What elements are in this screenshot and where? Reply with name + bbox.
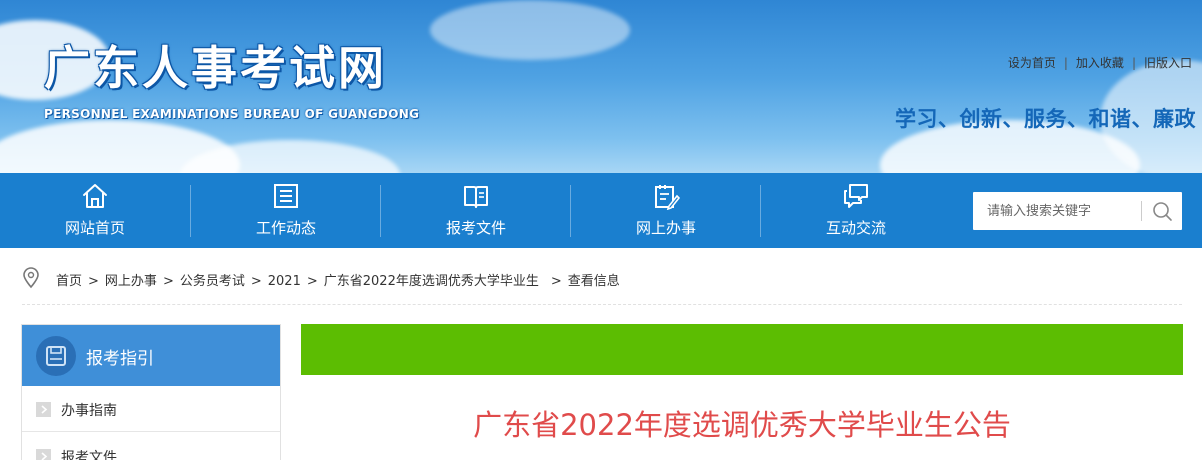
search-divider [1141,201,1142,221]
sidebar: 报考指引 办事指南 报考文件 [21,324,281,460]
breadcrumb-separator: > [250,274,262,289]
nav-label: 网上办事 [635,219,696,237]
nav-label: 工作动态 [255,219,316,237]
home-icon [83,184,107,208]
nav-label: 网站首页 [64,219,125,237]
book-icon [464,186,488,208]
search-button[interactable] [1143,192,1182,230]
cloud-decoration [430,0,630,60]
sidebar-title: 报考指引 [86,349,154,369]
sidebar-item-guide[interactable]: 办事指南 [22,386,280,432]
nav-item-home[interactable]: 网站首页 [0,173,190,248]
chevron-right-icon [36,402,51,417]
breadcrumb-selection[interactable]: 广东省2022年度选调优秀大学毕业生 [324,274,539,289]
location-pin-icon [23,267,39,289]
set-homepage-link[interactable]: 设为首页 [1008,56,1056,70]
sidebar-header: 报考指引 [22,325,280,386]
article-title: 广东省2022年度选调优秀大学毕业生公告 [473,408,1011,442]
sidebar-item-label: 办事指南 [61,403,117,419]
breadcrumb-current: 查看信息 [567,274,620,289]
link-separator: | [1131,56,1136,70]
nav-item-work-news[interactable]: 工作动态 [191,173,381,248]
sidebar-item-label: 报考文件 [61,450,117,460]
nav-label: 互动交流 [825,219,886,237]
sidebar-header-icon-badge [36,336,76,376]
nav-label: 报考文件 [445,219,506,237]
save-disk-icon [46,346,66,366]
breadcrumb: 首页 > 网上办事 > 公务员考试 >2021 > 广东省2022年度选调优秀大学毕业生 > 查看… [22,262,1182,296]
breadcrumb-separator: > [306,274,318,289]
nav-item-interaction[interactable]: 互动交流 [761,173,951,248]
breadcrumb-separator: > [88,274,99,289]
nav-item-online-services[interactable]: 网上办事 [571,173,761,248]
search-input[interactable] [973,192,1141,230]
breadcrumb-year[interactable]: 2021 [268,274,301,289]
top-links: 设为首页 | 加入收藏 | 旧版入口 [1008,54,1192,71]
breadcrumb-civil-service[interactable]: 公务员考试 [180,274,245,289]
news-icon [274,184,298,208]
breadcrumb-trail: 首页 > 网上办事 > 公务员考试 >2021 > 广东省2022年度选调优秀大学毕业生 > 查看… [56,270,620,289]
nav-item-exam-files[interactable]: 报考文件 [381,173,571,248]
search-box [973,192,1182,230]
chat-icon [844,184,868,208]
chevron-right-icon [36,449,51,460]
breadcrumb-online-services[interactable]: 网上办事 [105,274,157,289]
main-nav: 网站首页 工作动态 报考文件 网上办事 互动交流 请输入搜索关键字 [0,173,1202,248]
search-icon [1153,202,1172,221]
site-title[interactable]: 广东人事考试网 [44,40,387,96]
edit-document-icon [655,185,680,210]
link-separator: | [1063,56,1068,70]
sidebar-item-exam-files[interactable]: 报考文件 [22,433,280,460]
breadcrumb-separator: > [162,274,174,289]
breadcrumb-home[interactable]: 首页 [56,274,82,289]
breadcrumb-divider [22,304,1182,305]
slogan: 学习、创新、服务、和谐、廉政 [895,107,1196,131]
old-version-link[interactable]: 旧版入口 [1144,56,1192,70]
site-subtitle: PERSONNEL EXAMINATIONS BUREAU OF GUANGDO… [44,107,420,121]
content-header-bar [301,324,1183,375]
breadcrumb-separator: > [550,274,562,289]
add-favorite-link[interactable]: 加入收藏 [1076,56,1124,70]
site-header: 广东人事考试网 PERSONNEL EXAMINATIONS BUREAU OF… [0,0,1202,173]
